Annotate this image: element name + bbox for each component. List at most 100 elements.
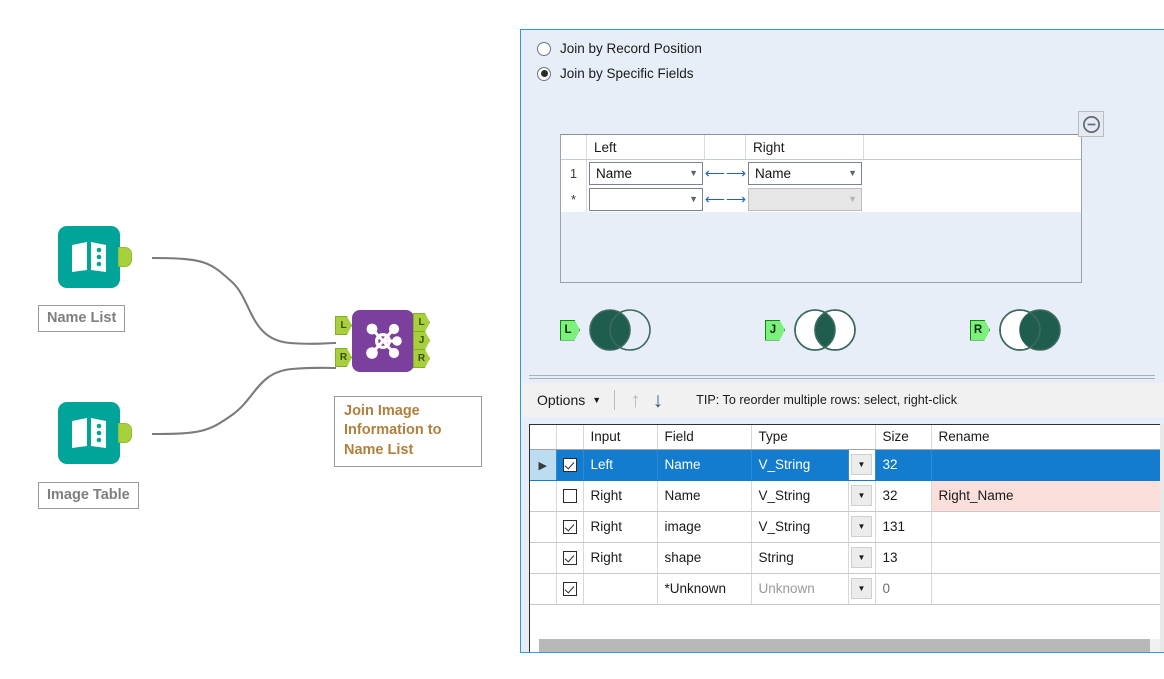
join-input-anchor-r[interactable]: R — [335, 348, 352, 367]
radio-join-by-record-position[interactable]: Join by Record Position — [521, 36, 1164, 61]
radio-join-by-specific-fields[interactable]: Join by Specific Fields — [521, 61, 1164, 86]
row-selector[interactable] — [530, 511, 557, 543]
row-selector[interactable] — [530, 480, 557, 512]
mapping-arrows[interactable]: ⟵ ⟶ — [705, 160, 746, 186]
table-horizontal-scrollbar[interactable] — [539, 639, 1163, 652]
arrow-right-icon[interactable]: ⟶ — [726, 192, 746, 206]
row-selector[interactable]: ▶ — [530, 449, 557, 481]
th-input[interactable]: Input — [583, 425, 658, 450]
checkbox-icon[interactable] — [562, 520, 577, 535]
row-include-checkbox[interactable] — [556, 449, 584, 481]
cell-type[interactable]: V_String — [751, 449, 849, 481]
radio-icon[interactable] — [537, 41, 551, 56]
cell-rename[interactable] — [931, 511, 1163, 543]
cell-size[interactable]: 131 — [875, 511, 932, 543]
scrollbar-thumb[interactable] — [539, 639, 1150, 652]
checkbox-icon[interactable] — [562, 458, 577, 473]
cell-type[interactable]: V_String — [751, 480, 849, 512]
move-down-button[interactable]: ↓ — [647, 390, 670, 411]
row-selector[interactable] — [530, 573, 557, 605]
join-input-anchor-l[interactable]: L — [335, 316, 352, 335]
left-field-select[interactable]: Name ▼ — [589, 161, 703, 185]
cell-input — [583, 573, 658, 605]
type-dropdown-button[interactable]: ▼ — [848, 511, 876, 543]
mapping-row-new[interactable]: * ▼ ⟵ ⟶ ▼ — [561, 186, 1081, 212]
venn-right-output[interactable]: R — [970, 306, 1068, 354]
row-include-checkbox[interactable] — [556, 542, 584, 574]
venn-left-output[interactable]: L — [560, 306, 658, 354]
cell-field: Name — [657, 449, 752, 481]
cell-rename[interactable] — [931, 449, 1163, 481]
type-dropdown-button[interactable]: ▼ — [848, 542, 876, 574]
output-anchor[interactable] — [118, 423, 132, 443]
join-output-anchor-l[interactable]: L — [413, 313, 430, 332]
right-field-select[interactable]: Name ▼ — [748, 161, 862, 185]
arrow-right-icon[interactable]: ⟶ — [726, 166, 746, 180]
row-include-checkbox[interactable] — [556, 511, 584, 543]
arrow-left-icon[interactable]: ⟵ — [705, 166, 725, 180]
mapping-arrows[interactable]: ⟵ ⟶ — [705, 186, 746, 212]
options-button[interactable]: Options ▼ — [529, 389, 608, 411]
cell-type[interactable]: String — [751, 542, 849, 574]
left-field-select[interactable]: ▼ — [589, 187, 703, 211]
move-up-button[interactable]: ↑ — [624, 390, 647, 411]
table-row[interactable]: Right Name V_String ▼ 32 Right_Name — [530, 480, 1163, 512]
venn-tag-l: L — [560, 319, 580, 341]
cell-rename[interactable]: Right_Name — [931, 480, 1163, 512]
chevron-down-icon: ▼ — [689, 193, 698, 204]
cell-type[interactable]: Unknown — [751, 573, 849, 605]
row-include-checkbox[interactable] — [556, 573, 584, 605]
tool-name-list[interactable] — [58, 226, 132, 288]
field-table[interactable]: Input Field Type Size Rename ▶ Left Name… — [529, 424, 1163, 652]
tool-join[interactable]: L R L J R — [335, 310, 430, 372]
remove-row-button[interactable] — [1078, 111, 1104, 137]
mapping-left-cell[interactable]: ▼ — [587, 186, 705, 212]
output-anchor[interactable] — [118, 247, 132, 267]
arrow-left-icon[interactable]: ⟵ — [705, 192, 725, 206]
type-dropdown-button[interactable]: ▼ — [848, 573, 876, 605]
mapping-left-cell[interactable]: Name ▼ — [587, 160, 705, 186]
field-mapping-grid[interactable]: Left Right 1 Name ▼ ⟵ ⟶ Name ▼ * ▼ ⟵ ⟶ ▼ — [560, 134, 1082, 283]
radio-label: Join by Record Position — [560, 41, 702, 56]
type-dropdown-button[interactable]: ▼ — [848, 480, 876, 512]
table-row[interactable]: *Unknown Unknown ▼ 0 — [530, 573, 1163, 605]
annotation-text: Join Image Information to Name List — [344, 403, 442, 458]
table-row[interactable]: Right image V_String ▼ 131 — [530, 511, 1163, 543]
cell-rename[interactable] — [931, 573, 1163, 605]
cell-size[interactable]: 13 — [875, 542, 932, 574]
table-row[interactable]: Right shape String ▼ 13 — [530, 542, 1163, 574]
th-rename[interactable]: Rename — [931, 425, 1163, 450]
row-selector[interactable] — [530, 542, 557, 574]
th-type[interactable]: Type — [751, 425, 876, 450]
mapping-header-arrows — [705, 135, 746, 159]
cell-size[interactable]: 0 — [875, 573, 932, 605]
checkbox-icon[interactable] — [562, 551, 577, 566]
radio-icon[interactable] — [537, 66, 551, 81]
mapping-right-cell[interactable]: ▼ — [746, 186, 864, 212]
tool-label-text: Name List — [47, 310, 117, 326]
workflow-canvas[interactable]: Name List Image Table L R L J R Join Ima… — [0, 0, 516, 679]
cell-size[interactable]: 32 — [875, 480, 932, 512]
venn-right-icon — [999, 309, 1061, 351]
th-size[interactable]: Size — [875, 425, 932, 450]
input-data-icon — [58, 402, 120, 464]
cell-input: Left — [583, 449, 658, 481]
venn-join-icon — [794, 309, 856, 351]
mapping-right-cell[interactable]: Name ▼ — [746, 160, 864, 186]
join-output-anchor-j[interactable]: J — [413, 331, 430, 350]
cell-size[interactable]: 32 — [875, 449, 932, 481]
checkbox-icon[interactable] — [562, 582, 577, 597]
cell-rename[interactable] — [931, 542, 1163, 574]
th-field[interactable]: Field — [657, 425, 752, 450]
checkbox-icon[interactable] — [562, 489, 577, 504]
cell-type[interactable]: V_String — [751, 511, 849, 543]
table-row[interactable]: ▶ Left Name V_String ▼ 32 — [530, 449, 1163, 481]
cell-input: Right — [583, 511, 658, 543]
type-dropdown-button[interactable]: ▼ — [848, 449, 876, 481]
panel-splitter[interactable] — [521, 374, 1164, 381]
join-output-anchor-r[interactable]: R — [413, 349, 430, 368]
tool-image-table[interactable] — [58, 402, 132, 464]
mapping-row[interactable]: 1 Name ▼ ⟵ ⟶ Name ▼ — [561, 160, 1081, 186]
venn-join-output[interactable]: J — [765, 306, 863, 354]
row-include-checkbox[interactable] — [556, 480, 584, 512]
